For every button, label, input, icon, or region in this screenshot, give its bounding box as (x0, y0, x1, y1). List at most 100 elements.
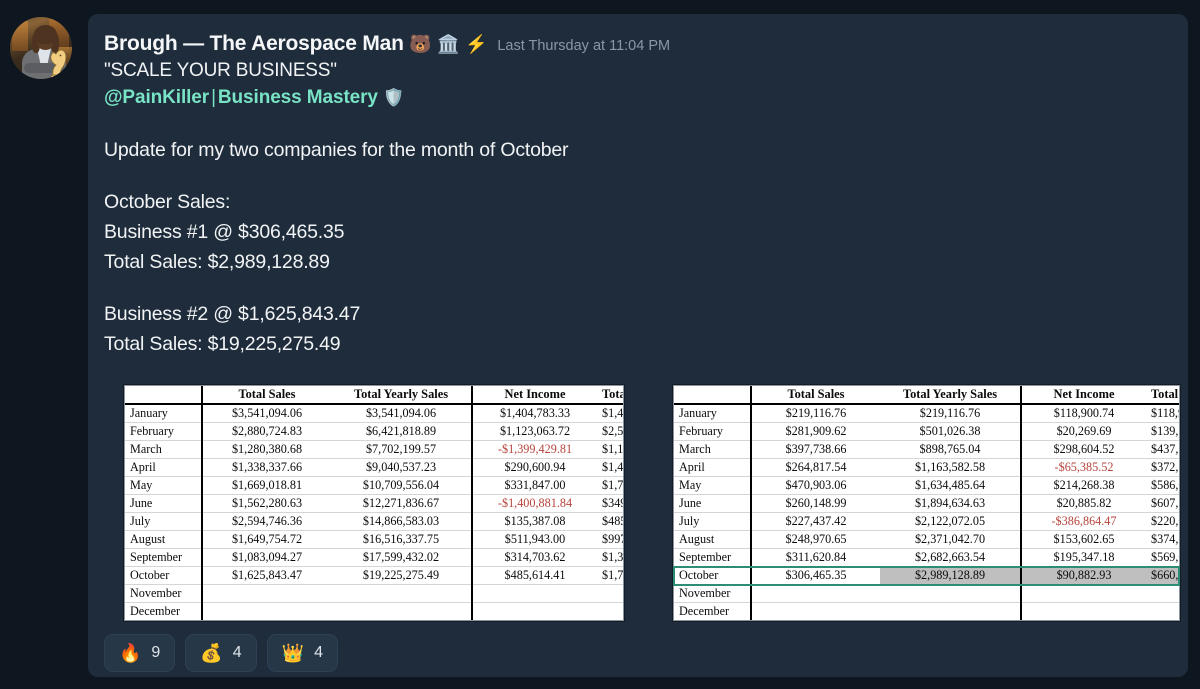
cell-total-yearly-sales[interactable]: $3,541,094.06 (331, 404, 473, 423)
cell-total-sales[interactable]: $470,903.06 (751, 476, 880, 495)
table-row[interactable]: April $264,817.54 $1,163,582.58 -$65,385.52… (674, 458, 1179, 477)
cell-total-yearly-sales[interactable] (331, 602, 473, 620)
table-row[interactable]: November (674, 584, 1179, 603)
cell-total-yearly-sales[interactable]: $19,225,275.49 (331, 566, 473, 585)
cell-total-yearly-sales[interactable]: $9,040,537.23 (331, 458, 473, 477)
cell-total-sales[interactable] (202, 603, 331, 621)
cell-total-yearly-sales[interactable]: $16,516,337.75 (331, 530, 473, 549)
table-row[interactable]: August $248,970.65 $2,371,042.70 $153,602.6… (674, 530, 1179, 549)
cell-total-yearly-sales[interactable]: $10,709,556.04 (331, 476, 473, 495)
cell-month[interactable]: September (674, 548, 752, 567)
cell-month[interactable]: March (674, 440, 752, 459)
cell-total-yearly-income[interactable]: $349,983.34 (597, 494, 623, 513)
cell-total-yearly-sales[interactable]: $1,634,485.64 (880, 476, 1022, 495)
cell-total-yearly-income[interactable]: $997,313.42 (597, 530, 623, 549)
table-row[interactable]: January $219,116.76 $219,116.76 $118,900.74… (674, 404, 1179, 423)
cell-total-yearly-sales[interactable]: $17,599,432.02 (331, 548, 473, 567)
cell-net-income[interactable]: $331,847.00 (472, 476, 597, 495)
cell-net-income[interactable]: $195,347.18 (1021, 548, 1146, 567)
cell-month[interactable]: January (674, 404, 752, 423)
cell-total-yearly-income[interactable] (597, 584, 623, 603)
cell-total-yearly-income[interactable]: $220,679.16 (1146, 512, 1179, 531)
table-row[interactable]: May $1,669,018.81 $10,709,556.04 $331,847.0… (125, 476, 623, 495)
cell-total-yearly-income[interactable]: $586,657.81 (1146, 476, 1179, 495)
cell-total-yearly-sales[interactable] (880, 584, 1022, 603)
cell-net-income[interactable]: $485,614.41 (472, 566, 597, 585)
cell-net-income[interactable]: $20,269.69 (1021, 422, 1146, 441)
cell-total-yearly-sales[interactable]: $14,866,583.03 (331, 512, 473, 531)
avatar[interactable] (10, 17, 72, 79)
table-row[interactable]: June $1,562,280.63 $12,271,836.67 -$1,400,8… (125, 494, 623, 513)
cell-month[interactable]: May (674, 476, 752, 495)
table-row[interactable]: October $306,465.35 $2,989,128.89 $90,882.9… (673, 565, 1180, 586)
cell-total-sales[interactable]: $1,338,337.66 (202, 458, 331, 477)
cell-net-income[interactable]: $118,900.74 (1021, 404, 1146, 423)
table-row[interactable]: December (674, 602, 1179, 621)
cell-net-income[interactable]: $290,600.94 (472, 458, 597, 477)
cell-net-income[interactable]: -$1,399,429.81 (472, 440, 597, 459)
cell-net-income[interactable]: $298,604.52 (1021, 440, 1146, 459)
cell-total-sales[interactable]: $260,148.99 (751, 494, 880, 513)
table-row[interactable]: January $3,541,094.06 $3,541,094.06 $1,404,… (125, 404, 623, 423)
cell-month[interactable]: December (125, 602, 203, 620)
cell-total-sales[interactable]: $2,594,746.36 (202, 512, 331, 531)
cell-month[interactable]: December (674, 602, 752, 620)
table-row[interactable]: September $1,083,094.27 $17,599,432.02 $314… (125, 548, 623, 567)
cell-total-sales[interactable]: $3,541,094.06 (202, 404, 331, 423)
cell-month[interactable]: September (125, 548, 203, 567)
table-row[interactable]: March $397,738.66 $898,765.04 $298,604.52 $4… (674, 440, 1179, 459)
cell-net-income[interactable] (1021, 584, 1146, 603)
cell-month[interactable]: July (674, 512, 752, 531)
cell-total-yearly-sales[interactable]: $2,122,072.05 (880, 512, 1022, 531)
cell-total-sales[interactable] (202, 584, 331, 603)
cell-total-yearly-sales[interactable]: $6,421,818.89 (331, 422, 473, 441)
table-row[interactable]: November (125, 584, 623, 603)
cell-total-yearly-income[interactable]: $660,511.92 (1146, 566, 1179, 585)
cell-total-yearly-income[interactable]: $1,750,865.18 (597, 476, 623, 495)
spreadsheet-business-1[interactable]: Total Sales Total Yearly Sales Net Incom… (673, 385, 1180, 621)
cell-total-sales[interactable]: $264,817.54 (751, 458, 880, 477)
cell-month[interactable]: August (125, 530, 203, 549)
table-row[interactable]: August $1,649,754.72 $16,516,337.75 $511,94… (125, 530, 623, 549)
cell-net-income[interactable]: $314,703.62 (472, 548, 597, 567)
table-row[interactable]: July $227,437.42 $2,122,072.05 -$386,864.47… (674, 512, 1179, 531)
cell-month[interactable]: November (674, 584, 752, 603)
cell-total-yearly-sales[interactable]: $898,765.04 (880, 440, 1022, 459)
table-row[interactable]: March $1,280,380.68 $7,702,199.57 -$1,399,4… (125, 440, 623, 459)
cell-net-income[interactable]: -$65,385.52 (1021, 458, 1146, 477)
cell-net-income[interactable] (1021, 603, 1146, 621)
cell-total-yearly-income[interactable]: $607,543.63 (1146, 494, 1179, 513)
cell-month[interactable]: October (674, 566, 752, 585)
cell-month[interactable]: April (125, 458, 203, 477)
message-author[interactable]: Brough — The Aerospace Man 🐻 🏛️ ⚡ (104, 32, 488, 56)
cell-month[interactable]: June (125, 494, 203, 513)
cell-total-yearly-income[interactable]: $569,628.99 (1146, 548, 1179, 567)
cell-month[interactable]: June (674, 494, 752, 513)
cell-total-sales[interactable] (751, 603, 880, 621)
cell-total-yearly-income[interactable] (597, 603, 623, 621)
cell-total-yearly-income[interactable]: $1,312,017.04 (597, 548, 623, 567)
cell-total-yearly-income[interactable]: $139,170.43 (1146, 422, 1179, 441)
cell-month[interactable]: February (674, 422, 752, 441)
cell-total-yearly-income[interactable]: $372,389.43 (1146, 458, 1179, 477)
cell-net-income[interactable]: $20,885.82 (1021, 494, 1146, 513)
cell-total-yearly-sales[interactable]: $501,026.38 (880, 422, 1022, 441)
cell-month[interactable]: August (674, 530, 752, 549)
table-row[interactable]: September $311,620.84 $2,682,663.54 $195,34… (674, 548, 1179, 567)
cell-total-yearly-sales[interactable] (880, 602, 1022, 620)
cell-total-sales[interactable]: $306,465.35 (751, 566, 880, 585)
cell-total-yearly-income[interactable]: $118,900.74 (1146, 404, 1179, 423)
reaction-button[interactable]: 👑 4 (266, 634, 338, 672)
table-row[interactable]: February $2,880,724.83 $6,421,818.89 $1,123… (125, 422, 623, 441)
cell-total-sales[interactable]: $311,620.84 (751, 548, 880, 567)
cell-net-income[interactable]: $135,387.08 (472, 512, 597, 531)
cell-total-yearly-income[interactable]: $2,527,847.05 (597, 422, 623, 441)
cell-net-income[interactable]: $214,268.38 (1021, 476, 1146, 495)
cell-net-income[interactable]: -$1,400,881.84 (472, 494, 597, 513)
spreadsheet-business-2[interactable]: Total Sales Total Yearly Sales Net Incom… (124, 385, 624, 621)
reaction-button[interactable]: 🔥 9 (104, 634, 176, 672)
cell-net-income[interactable]: -$386,864.47 (1021, 512, 1146, 531)
handle-mention[interactable]: @PainKiller (104, 87, 209, 108)
cell-month[interactable]: October (125, 566, 203, 585)
cell-total-yearly-income[interactable] (1146, 584, 1179, 603)
